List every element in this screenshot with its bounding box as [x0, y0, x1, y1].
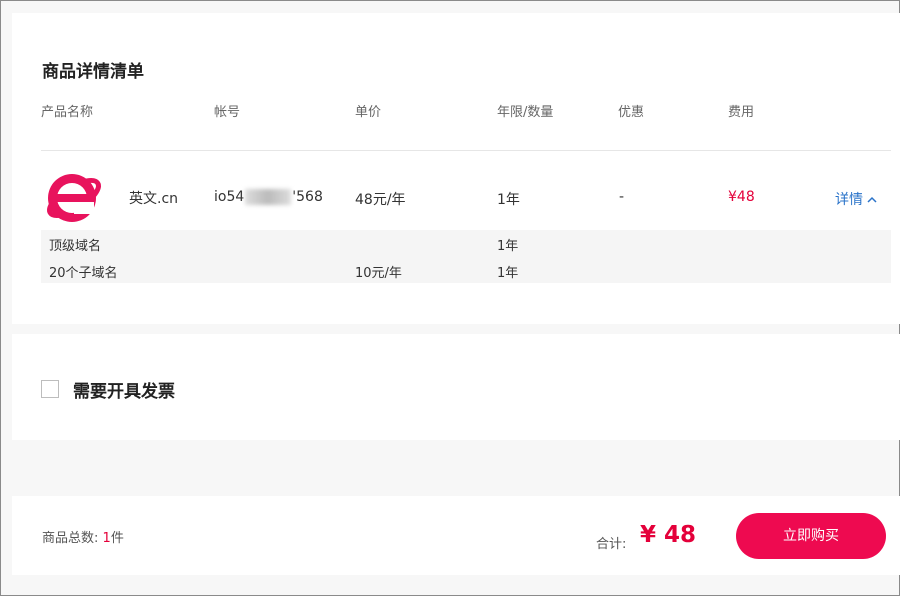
sub-item-term: 1年: [497, 239, 519, 254]
header-product-name: 产品名称: [41, 105, 94, 120]
sub-item-name: 20个子域名: [49, 266, 118, 281]
sub-item-unit-price: 10元/年: [355, 266, 402, 281]
account-prefix: io54: [214, 189, 245, 205]
account-suffix: '568: [292, 189, 323, 205]
ie-browser-logo-icon: [41, 167, 105, 227]
discount: -: [619, 189, 625, 205]
account-masked-region: [245, 189, 292, 205]
section-title: 商品详情清单: [42, 62, 144, 82]
details-toggle-link[interactable]: 详情: [835, 189, 877, 209]
account-value: io54 '568: [214, 189, 323, 205]
sub-item-term: 1年: [497, 266, 519, 281]
unit-price: 48元/年: [355, 192, 406, 208]
total-label: 合计:: [596, 537, 627, 552]
total-value: ¥ 48: [640, 522, 697, 548]
header-divider: [41, 150, 891, 151]
term: 1年: [497, 192, 520, 208]
item-count: 商品总数: 1件: [42, 527, 124, 546]
header-discount: 优惠: [618, 105, 645, 120]
sub-items-table: 顶级域名 1年 20个子域名 10元/年 1年: [41, 230, 891, 283]
header-unit-price: 单价: [355, 105, 382, 120]
details-link-label: 详情: [835, 192, 863, 208]
invoice-checkbox[interactable]: [41, 380, 59, 398]
order-summary-bar: 商品总数: 1件 合计: ¥ 48 立即购买: [12, 496, 900, 575]
item-count-label: 商品总数:: [42, 531, 99, 546]
chevron-up-icon: [867, 193, 877, 206]
product-details-card: 商品详情清单 产品名称 帐号 单价 年限/数量 优惠 费用 英文.cn io54…: [12, 13, 900, 324]
header-fee: 费用: [728, 105, 755, 120]
product-name: 英文.cn: [129, 191, 179, 207]
item-count-value: 1: [102, 531, 111, 546]
sub-item-name: 顶级域名: [49, 239, 102, 254]
sub-item-row: 顶级域名 1年: [41, 230, 891, 256]
sub-item-row: 20个子域名 10元/年 1年: [41, 257, 891, 283]
header-account: 帐号: [214, 105, 241, 120]
invoice-label[interactable]: 需要开具发票: [73, 377, 175, 402]
invoice-card: 需要开具发票: [12, 334, 900, 440]
fee: ¥48: [728, 189, 755, 205]
item-count-unit: 件: [110, 531, 124, 546]
header-term-quantity: 年限/数量: [497, 105, 554, 120]
buy-now-button[interactable]: 立即购买: [736, 513, 886, 559]
